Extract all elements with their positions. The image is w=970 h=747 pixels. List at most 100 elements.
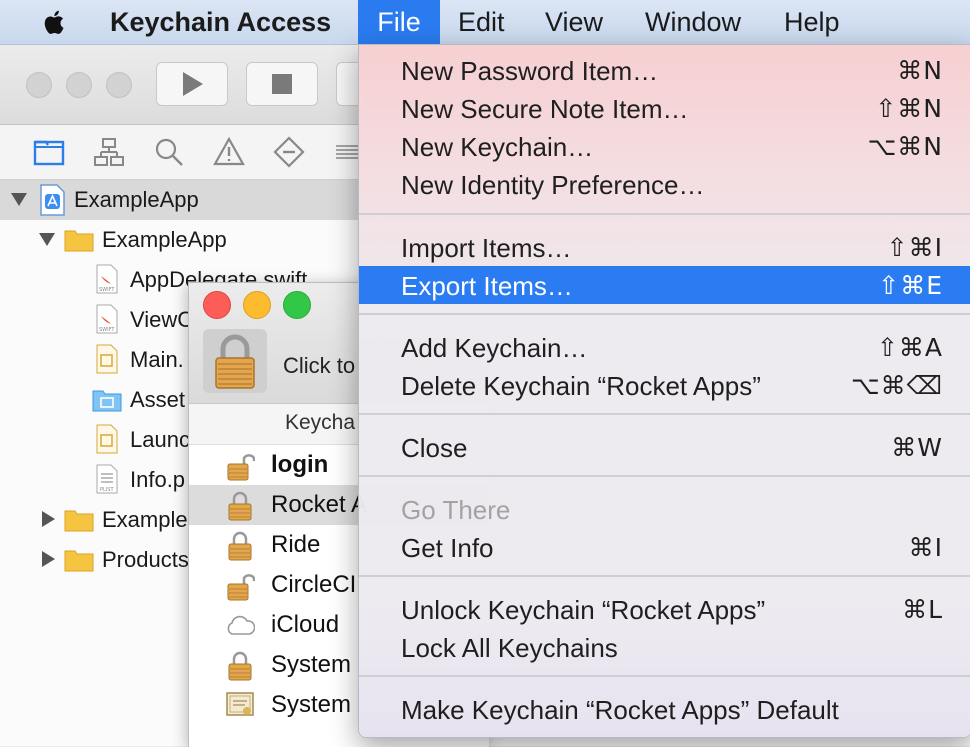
menu-item-label: Add Keychain… bbox=[401, 333, 588, 363]
app-name-menu[interactable]: Keychain Access bbox=[92, 0, 349, 44]
menu-separator bbox=[359, 413, 970, 415]
menu-separator bbox=[359, 313, 970, 315]
menu-item-add-keychain[interactable]: Add Keychain… ⇧⌘A bbox=[359, 328, 970, 366]
disclosure-expanded-icon[interactable] bbox=[38, 231, 56, 247]
plist-file-icon: PLIST bbox=[96, 464, 118, 494]
tree-label: Products bbox=[102, 547, 189, 572]
menu-item-new-keychain[interactable]: New Keychain… ⌥⌘N bbox=[359, 127, 970, 165]
svg-text:SWIFT: SWIFT bbox=[99, 287, 115, 293]
menu-item-label: Unlock Keychain “Rocket Apps” bbox=[401, 595, 766, 625]
keychain-name: Ride bbox=[271, 531, 321, 558]
storyboard-file-icon bbox=[96, 424, 118, 454]
lock-icon bbox=[228, 531, 252, 561]
tree-label: ViewC bbox=[130, 307, 194, 332]
menu-item-new-identity-preference[interactable]: New Identity Preference… bbox=[359, 165, 970, 203]
symbol-navigator-icon[interactable] bbox=[92, 135, 126, 169]
menu-item-shortcut: ⌥⌘⌫ bbox=[850, 371, 943, 400]
keychain-name: Rocket A bbox=[271, 491, 368, 518]
menu-item-label: Delete Keychain “Rocket Apps” bbox=[401, 371, 761, 401]
swift-file-icon: SWIFT bbox=[96, 264, 118, 294]
test-navigator-icon[interactable] bbox=[272, 135, 306, 169]
folder-icon bbox=[64, 550, 94, 572]
menu-item-close[interactable]: Close ⌘W bbox=[359, 428, 970, 466]
tree-label: Launc bbox=[130, 427, 190, 452]
menu-bar: Keychain Access File Edit View Window He… bbox=[0, 0, 970, 45]
menu-item-lock-all-keychains[interactable]: Lock All Keychains bbox=[359, 628, 970, 666]
lock-icon bbox=[228, 651, 252, 681]
menu-file[interactable]: File bbox=[358, 0, 440, 44]
menu-item-label: New Keychain… bbox=[401, 132, 594, 162]
menu-separator bbox=[359, 213, 970, 215]
lock-icon[interactable] bbox=[203, 329, 267, 393]
menu-item-shortcut: ⇧⌘N bbox=[875, 94, 943, 123]
tree-label: Info.p bbox=[130, 467, 186, 492]
menu-item-make-keychain-default[interactable]: Make Keychain “Rocket Apps” Default bbox=[359, 690, 970, 728]
run-button[interactable] bbox=[156, 62, 228, 106]
play-icon bbox=[183, 72, 203, 96]
menu-edit[interactable]: Edit bbox=[440, 0, 523, 44]
menu-item-delete-keychain[interactable]: Delete Keychain “Rocket Apps” ⌥⌘⌫ bbox=[359, 366, 970, 404]
menu-item-label: New Password Item… bbox=[401, 56, 659, 86]
cloud-icon bbox=[227, 615, 255, 635]
keychain-name: iCloud bbox=[271, 611, 340, 638]
keychain-name: CircleCI bbox=[271, 571, 357, 598]
svg-text:PLIST: PLIST bbox=[100, 487, 114, 493]
minimize-window-button[interactable] bbox=[66, 72, 92, 98]
menu-window[interactable]: Window bbox=[627, 0, 759, 44]
stop-icon bbox=[272, 74, 292, 94]
menu-item-shortcut: ⌘W bbox=[891, 433, 943, 462]
menu-item-label: New Secure Note Item… bbox=[401, 94, 689, 124]
folder-icon bbox=[64, 230, 94, 252]
menu-item-get-info[interactable]: Get Info ⌘I bbox=[359, 528, 970, 566]
menu-item-label: New Identity Preference… bbox=[401, 170, 705, 200]
file-menu-dropdown: New Password Item… ⌘N New Secure Note It… bbox=[358, 44, 970, 738]
zoom-window-button[interactable] bbox=[106, 72, 132, 98]
menu-item-import-items[interactable]: Import Items… ⇧⌘I bbox=[359, 228, 970, 266]
tree-label: ExampleApp bbox=[74, 187, 199, 212]
minimize-window-button[interactable] bbox=[243, 291, 271, 319]
close-window-button[interactable] bbox=[26, 72, 52, 98]
menu-item-new-secure-note-item[interactable]: New Secure Note Item… ⇧⌘N bbox=[359, 89, 970, 127]
menu-separator bbox=[359, 675, 970, 677]
menu-item-label: Close bbox=[401, 433, 468, 463]
warning-icon[interactable] bbox=[212, 135, 246, 169]
menu-item-shortcut: ⇧⌘A bbox=[876, 333, 943, 362]
folder-icon bbox=[64, 510, 94, 532]
keychain-name: login bbox=[271, 451, 329, 478]
menu-item-export-items[interactable]: Export Items… ⇧⌘E bbox=[359, 266, 970, 304]
menu-item-shortcut: ⌘L bbox=[902, 595, 943, 624]
keychain-name: System bbox=[271, 691, 352, 718]
menu-item-label: Get Info bbox=[401, 533, 494, 563]
storyboard-file-icon bbox=[96, 344, 118, 374]
disclosure-collapsed-icon[interactable] bbox=[40, 550, 56, 568]
stop-button[interactable] bbox=[246, 62, 318, 106]
menu-item-shortcut: ⇧⌘E bbox=[878, 271, 943, 300]
search-icon[interactable] bbox=[152, 135, 186, 169]
click-to-unlock-text[interactable]: Click to bbox=[283, 353, 355, 379]
menu-item-shortcut: ⌘I bbox=[908, 533, 943, 562]
menu-separator bbox=[359, 475, 970, 477]
menu-item-new-password-item[interactable]: New Password Item… ⌘N bbox=[359, 51, 970, 89]
menu-help[interactable]: Help bbox=[766, 0, 858, 44]
tree-label: Example bbox=[102, 507, 188, 532]
menu-item-unlock-keychain[interactable]: Unlock Keychain “Rocket Apps” ⌘L bbox=[359, 590, 970, 628]
menu-separator bbox=[359, 575, 970, 577]
close-window-button[interactable] bbox=[203, 291, 231, 319]
menu-item-label: Go There bbox=[401, 495, 511, 525]
menu-item-shortcut: ⇧⌘I bbox=[886, 233, 943, 262]
disclosure-collapsed-icon[interactable] bbox=[40, 510, 56, 528]
project-navigator-icon[interactable] bbox=[32, 135, 66, 169]
apple-logo-icon[interactable] bbox=[40, 7, 70, 37]
zoom-window-button[interactable] bbox=[283, 291, 311, 319]
menu-item-label: Export Items… bbox=[401, 271, 573, 301]
tree-label: Asset bbox=[130, 387, 186, 412]
menu-item-label: Import Items… bbox=[401, 233, 572, 263]
tree-label: Main. bbox=[130, 347, 184, 372]
lock-icon bbox=[228, 491, 252, 521]
unlocked-lock-icon bbox=[227, 454, 255, 481]
menu-view[interactable]: View bbox=[527, 0, 621, 44]
disclosure-expanded-icon[interactable] bbox=[10, 191, 28, 207]
menu-item-go-there: Go There bbox=[359, 490, 970, 528]
certificate-icon bbox=[226, 692, 254, 716]
unlocked-lock-icon bbox=[227, 574, 255, 601]
